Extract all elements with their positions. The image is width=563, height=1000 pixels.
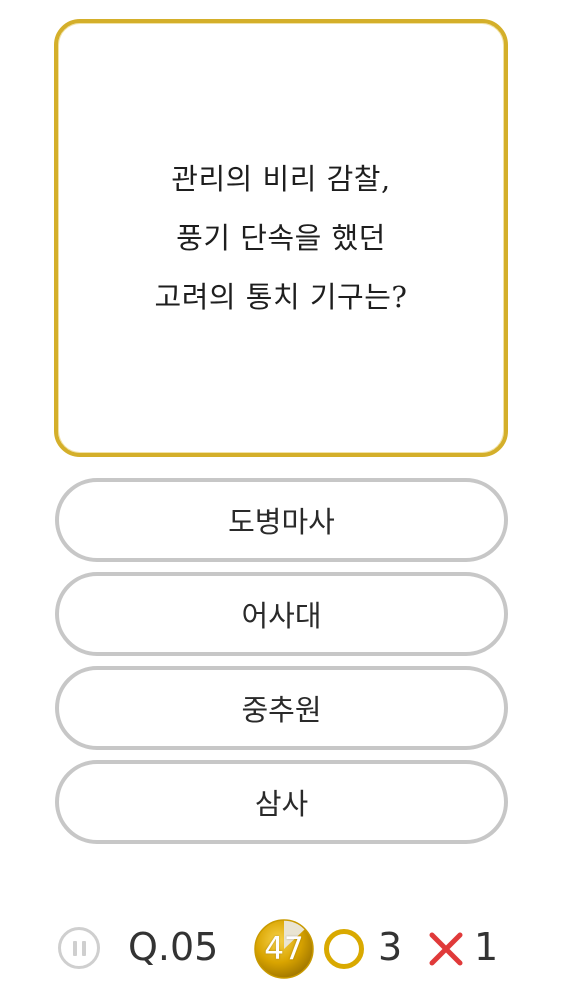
question-card: 관리의 비리 감찰, 풍기 단속을 했던 고려의 통치 기구는?: [54, 19, 508, 457]
question-line-3: 고려의 통치 기구는?: [154, 279, 408, 314]
wrong-count: 1: [474, 925, 499, 969]
question-line-1: 관리의 비리 감찰,: [171, 161, 391, 196]
status-bar: Q.05 47 3 1: [0, 905, 563, 989]
question-text: 관리의 비리 감찰, 풍기 단속을 했던 고려의 통치 기구는?: [155, 150, 408, 327]
cross-x-icon: [426, 929, 466, 969]
question-number: Q.05: [128, 925, 219, 969]
pause-icon[interactable]: [58, 927, 100, 969]
timer-icon: 47: [253, 918, 315, 980]
answer-option-2[interactable]: 어사대: [55, 572, 508, 656]
answer-option-3[interactable]: 중추원: [55, 666, 508, 750]
answer-option-1[interactable]: 도병마사: [55, 478, 508, 562]
correct-count: 3: [378, 925, 403, 969]
answer-option-4[interactable]: 삼사: [55, 760, 508, 844]
question-line-2: 풍기 단속을 했던: [176, 220, 386, 255]
circle-o-icon: [324, 929, 364, 969]
timer-value: 47: [264, 931, 304, 967]
